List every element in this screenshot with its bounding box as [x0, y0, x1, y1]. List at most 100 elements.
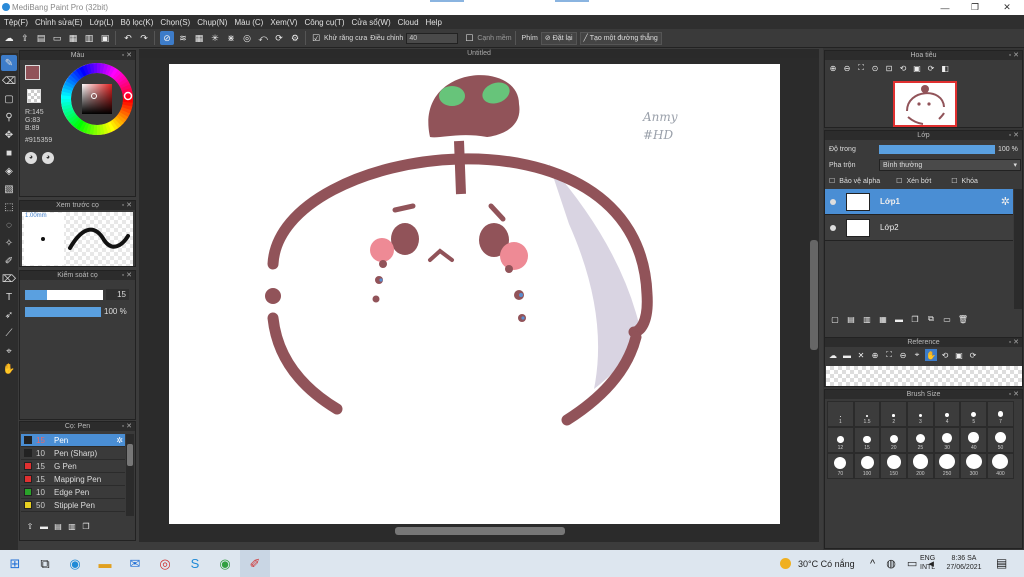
brush-size-cell[interactable]: 7 — [987, 401, 1014, 427]
grid-snap-icon[interactable]: ▦ — [192, 31, 206, 45]
new-file-icon[interactable]: ▤ — [34, 31, 48, 45]
rotate-right-icon[interactable]: ⟳ — [967, 349, 979, 361]
menu-tools[interactable]: Công cụ(T) — [304, 18, 344, 27]
rotate-left-icon[interactable]: ⟲ — [897, 62, 909, 74]
brush-size-cell[interactable]: 3 — [907, 401, 934, 427]
clock[interactable]: 8:36 SA 27/06/2021 — [944, 554, 984, 572]
folder-icon[interactable]: ▬ — [38, 520, 50, 532]
zoom-icon[interactable]: ⊙ — [869, 62, 881, 74]
export-icon[interactable]: ▣ — [98, 31, 112, 45]
brush-item-pen[interactable]: 15 Pen ✲ — [21, 434, 125, 447]
brush-size-cell[interactable]: 12 — [827, 427, 854, 453]
menu-filter[interactable]: Bộ lọc(K) — [121, 18, 154, 27]
brush-size-cell[interactable]: 150 — [880, 453, 908, 479]
panel-close-icon[interactable]: ▫ ✕ — [122, 422, 132, 431]
select-pen-icon[interactable]: ✐ — [1, 253, 17, 269]
cloud-icon[interactable]: ☁ — [827, 349, 839, 361]
gear-icon[interactable]: ✲ — [1001, 195, 1010, 208]
zoom-out-icon[interactable]: ⊖ — [897, 349, 909, 361]
new-halftone-icon[interactable]: ▤ — [845, 313, 857, 325]
antialias-checkbox[interactable]: ☑ — [311, 31, 321, 45]
actual-size-icon[interactable]: ⊡ — [883, 62, 895, 74]
palette-add-icon[interactable]: ◕ — [42, 152, 54, 164]
menu-window[interactable]: Cửa sổ(W) — [351, 18, 390, 27]
lock-checkbox[interactable]: ☐ — [951, 177, 957, 185]
protect-alpha-checkbox[interactable]: ☐ — [829, 177, 835, 185]
panel-close-icon[interactable]: ▫ ✕ — [1009, 390, 1019, 399]
rotate-left-icon[interactable]: ⟲ — [939, 349, 951, 361]
fill-tool-icon[interactable]: ◈ — [1, 163, 17, 179]
adjust-dropdown[interactable]: 40 — [406, 32, 459, 44]
fullscreen-icon[interactable]: ▣ — [911, 62, 923, 74]
folder-icon[interactable]: ▦ — [66, 31, 80, 45]
brush-size-cell[interactable]: 20 — [880, 427, 908, 453]
color-wheel[interactable] — [60, 62, 134, 136]
add-brush-icon[interactable]: ▤ — [52, 520, 64, 532]
cross-snap-icon[interactable]: ⋇ — [224, 31, 238, 45]
layer-list-scrollbar[interactable] — [1014, 189, 1022, 309]
menu-view[interactable]: Xem(V) — [270, 18, 297, 27]
fullscreen-icon[interactable]: ▣ — [953, 349, 965, 361]
page-icon[interactable]: ▥ — [66, 520, 78, 532]
brush-size-cell[interactable]: 100 — [853, 453, 881, 479]
circle-snap-icon[interactable]: ◎ — [240, 31, 254, 45]
merge-layer-icon[interactable]: ⧉ — [925, 313, 937, 325]
upload-icon[interactable]: ⇪ — [18, 31, 32, 45]
brush-size-cell[interactable]: 15 — [853, 427, 881, 453]
eye-icon[interactable] — [830, 224, 836, 231]
parallel-snap-icon[interactable]: ≋ — [176, 31, 190, 45]
duplicate-layer-icon[interactable]: ❐ — [909, 313, 921, 325]
menu-file[interactable]: Tệp(F) — [4, 18, 28, 27]
gradient-tool-icon[interactable]: ▧ — [1, 181, 17, 197]
add-layer-menu-icon[interactable]: ▦ — [877, 313, 889, 325]
gear-icon[interactable]: ✲ — [116, 436, 123, 445]
dot-tool-icon[interactable]: ⚲ — [1, 109, 17, 125]
close-icon[interactable]: ✕ — [992, 0, 1022, 15]
brush-size-cell[interactable]: 5 — [960, 401, 988, 427]
brush-size-cell[interactable]: 50 — [987, 427, 1014, 453]
horizontal-scroll-thumb[interactable] — [395, 527, 565, 535]
shape-tool-icon[interactable]: ■ — [1, 145, 17, 161]
vertical-scroll-thumb[interactable] — [810, 240, 818, 350]
curve-snap-icon[interactable]: ⤺ — [256, 31, 270, 45]
brush-item-g-pen[interactable]: 15 G Pen — [21, 460, 125, 473]
reset-button[interactable]: ⊘ Đặt lại — [540, 31, 577, 45]
canvas-paper[interactable]: Anmy #HD — [169, 64, 780, 524]
lasso-tool-icon[interactable]: ◌ — [1, 217, 17, 233]
task-view-icon[interactable]: ⧉ — [30, 550, 60, 577]
primary-color-swatch[interactable] — [25, 65, 40, 80]
move-tool-icon[interactable]: ✥ — [1, 127, 17, 143]
rect-tool-icon[interactable]: ▢ — [1, 91, 17, 107]
canvas-tab[interactable]: Untitled — [139, 49, 819, 58]
text-tool-icon[interactable]: T — [1, 289, 17, 305]
straight-line-button[interactable]: ╱ Tạo một đường thẳng — [579, 31, 662, 45]
rotate-right-icon[interactable]: ⟳ — [925, 62, 937, 74]
brush-size-cell[interactable]: 2 — [880, 401, 908, 427]
new-layer-icon[interactable]: ▢ — [829, 313, 841, 325]
brush-size-cell[interactable]: 40 — [960, 427, 988, 453]
panel-close-icon[interactable]: ▫ ✕ — [1009, 338, 1019, 347]
minimize-icon[interactable]: — — [930, 0, 960, 15]
brush-size-cell[interactable]: 1.5 — [853, 401, 881, 427]
layer-opacity-slider[interactable] — [879, 145, 995, 154]
blend-mode-dropdown[interactable]: Bình thường ▾ — [879, 159, 1021, 171]
copy-icon[interactable]: ❐ — [80, 520, 92, 532]
page-icon[interactable]: ▥ — [82, 31, 96, 45]
weather-text[interactable]: 30°C Có nắng — [798, 559, 855, 569]
mail-icon[interactable]: ✉ — [120, 550, 150, 577]
brush-size-cell[interactable]: 250 — [933, 453, 961, 479]
brush-item-mapping-pen[interactable]: 15 Mapping Pen — [21, 473, 125, 486]
panel-close-icon[interactable]: ▫ ✕ — [122, 201, 132, 210]
eraser-tool-icon[interactable]: ⌫ — [1, 73, 17, 89]
layer-item-2[interactable]: Lớp2 — [825, 215, 1013, 241]
brush-size-cell[interactable]: 400 — [987, 453, 1014, 479]
snap-off-icon[interactable]: ⊘ — [160, 31, 174, 45]
skype-icon[interactable]: S — [180, 550, 210, 577]
panel-close-icon[interactable]: ▫ ✕ — [1009, 131, 1019, 140]
zoom-in-icon[interactable]: ⊕ — [827, 62, 839, 74]
new-8bit-icon[interactable]: ▥ — [861, 313, 873, 325]
menu-edit[interactable]: Chỉnh sửa(E) — [35, 18, 83, 27]
opacity-slider[interactable] — [25, 307, 101, 317]
menu-help[interactable]: Help — [426, 18, 442, 27]
eyedropper-icon[interactable]: ⌖ — [1, 343, 17, 359]
